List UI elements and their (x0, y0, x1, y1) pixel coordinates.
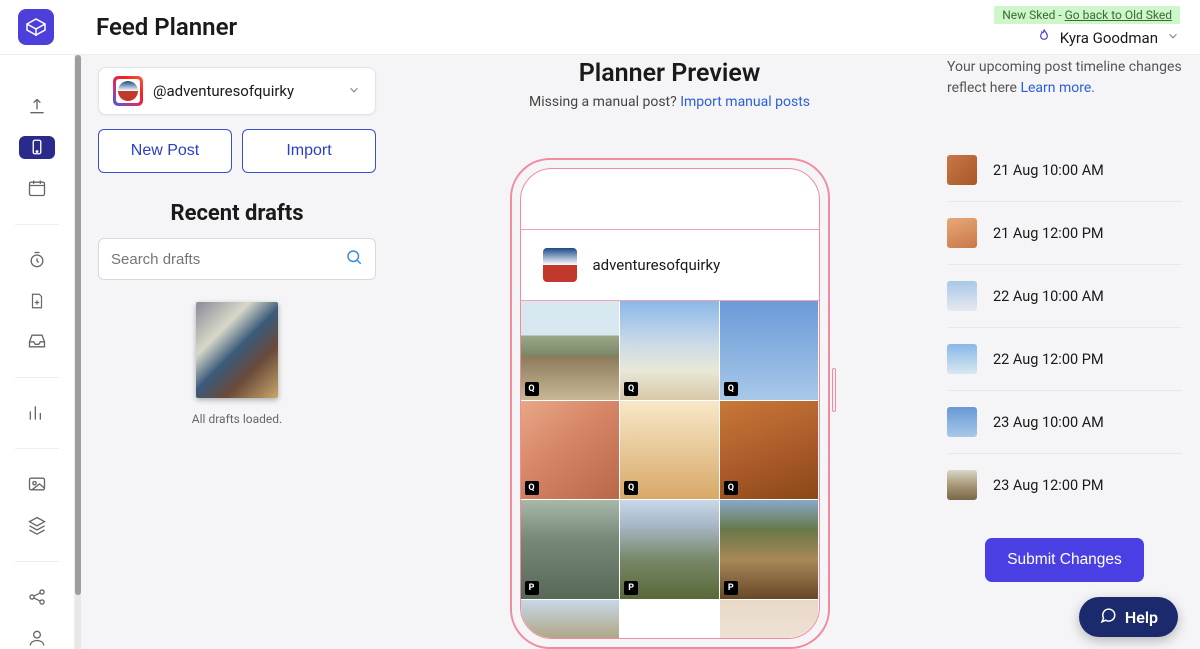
import-manual-link[interactable]: Import manual posts (680, 94, 810, 110)
nav-clock[interactable] (19, 248, 55, 271)
search-drafts-input[interactable] (111, 251, 345, 268)
timeline-thumb (947, 344, 977, 374)
topbar: Feed Planner New Sked - Go back to Old S… (0, 0, 1200, 55)
drafts-loaded-text: All drafts loaded. (98, 412, 376, 426)
flame-icon (1036, 28, 1052, 48)
nav-share[interactable] (19, 585, 55, 608)
page-title: Feed Planner (96, 13, 237, 41)
timeline-item[interactable]: 21 Aug 10:00 AM (947, 139, 1182, 202)
search-drafts-container (98, 238, 376, 280)
grid-cell[interactable] (620, 600, 719, 639)
cell-badge: P (724, 581, 738, 595)
nav-divider (15, 377, 59, 378)
grid-cell[interactable] (521, 600, 620, 639)
banner-text: New Sked - (1002, 8, 1064, 22)
grid-cell[interactable]: P (521, 500, 620, 599)
chevron-down-icon (347, 82, 361, 101)
nav-upload[interactable] (19, 95, 55, 118)
timeline-thumb (947, 155, 977, 185)
timeline-time: 23 Aug 10:00 AM (993, 414, 1104, 431)
submit-changes-button[interactable]: Submit Changes (985, 538, 1144, 582)
drafts-title: Recent drafts (98, 201, 376, 226)
grid-cell[interactable]: Q (720, 401, 819, 500)
search-icon (345, 248, 363, 270)
cell-badge: Q (525, 382, 539, 396)
help-label: Help (1125, 608, 1158, 627)
cell-badge: Q (724, 481, 738, 495)
nav-calendar[interactable] (19, 177, 55, 200)
banner-link[interactable]: Go back to Old Sked (1065, 8, 1172, 22)
nav-divider (15, 561, 59, 562)
nav-divider (15, 224, 59, 225)
new-post-button[interactable]: New Post (98, 129, 232, 173)
account-selector[interactable]: @adventuresofquirky (98, 67, 376, 115)
timeline-item[interactable]: 22 Aug 12:00 PM (947, 328, 1182, 391)
grid-cell[interactable]: Q (620, 401, 719, 500)
feed-grid: Q Q Q Q Q Q P P P (521, 301, 819, 639)
timeline-time: 22 Aug 12:00 PM (993, 351, 1104, 368)
grid-cell[interactable]: P (620, 500, 719, 599)
main-content: @adventuresofquirky New Post Import Rece… (82, 55, 1200, 649)
sidenav (0, 55, 75, 649)
cell-badge: P (624, 581, 638, 595)
cell-badge: Q (525, 481, 539, 495)
timeline-thumb (947, 407, 977, 437)
timeline-thumb (947, 470, 977, 500)
timeline-time: 23 Aug 12:00 PM (993, 477, 1104, 494)
app-logo[interactable] (18, 9, 54, 45)
nav-profile[interactable] (19, 626, 55, 649)
chevron-down-icon (1166, 29, 1180, 47)
timeline-item[interactable]: 23 Aug 12:00 PM (947, 454, 1182, 516)
cell-badge: P (525, 581, 539, 595)
chat-icon (1099, 606, 1117, 628)
timeline-list: 21 Aug 10:00 AM 21 Aug 12:00 PM 22 Aug 10:… (947, 139, 1182, 516)
user-menu[interactable]: Kyra Goodman (994, 28, 1180, 48)
left-panel: @adventuresofquirky New Post Import Rece… (82, 55, 392, 649)
draft-thumbnail[interactable] (196, 302, 278, 398)
center-panel: Planner Preview Missing a manual post? I… (392, 55, 947, 649)
nav-media[interactable] (19, 473, 55, 496)
scrollbar[interactable] (75, 55, 81, 649)
timeline-time: 22 Aug 10:00 AM (993, 288, 1104, 305)
nav-planner[interactable] (19, 136, 55, 159)
cell-badge: Q (624, 382, 638, 396)
preview-title: Planner Preview (579, 59, 761, 88)
feed-avatar-icon (543, 248, 577, 282)
cell-badge: Q (624, 481, 638, 495)
timeline-thumb (947, 218, 977, 248)
user-name: Kyra Goodman (1060, 29, 1158, 47)
help-button[interactable]: Help (1079, 597, 1178, 637)
cell-badge: Q (724, 382, 738, 396)
timeline-time: 21 Aug 12:00 PM (993, 225, 1104, 242)
preview-sub-text: Missing a manual post? (529, 94, 680, 110)
nav-divider (15, 448, 59, 449)
nav-analytics[interactable] (19, 401, 55, 424)
grid-cell[interactable]: Q (620, 301, 719, 400)
grid-cell[interactable]: Q (521, 301, 620, 400)
timeline-item[interactable]: 22 Aug 10:00 AM (947, 265, 1182, 328)
timeline-description: Your upcoming post timeline changes refl… (947, 57, 1182, 99)
nav-layers[interactable] (19, 514, 55, 537)
phone-preview: adventuresofquirky Q Q Q Q Q Q P P P (510, 158, 830, 649)
grid-cell[interactable]: Q (521, 401, 620, 500)
grid-cell[interactable] (720, 600, 819, 639)
nav-file[interactable] (19, 289, 55, 312)
timeline-item[interactable]: 23 Aug 10:00 AM (947, 391, 1182, 454)
import-button[interactable]: Import (242, 129, 376, 173)
learn-more-link[interactable]: Learn more. (1020, 80, 1095, 96)
feed-header: adventuresofquirky (520, 229, 820, 301)
nav-inbox[interactable] (19, 330, 55, 353)
timeline-time: 21 Aug 10:00 AM (993, 162, 1104, 179)
right-panel: Your upcoming post timeline changes refl… (947, 55, 1200, 649)
grid-cell[interactable]: P (720, 500, 819, 599)
account-avatar-icon (113, 76, 143, 106)
grid-cell[interactable]: Q (720, 301, 819, 400)
timeline-thumb (947, 281, 977, 311)
preview-subtitle: Missing a manual post? Import manual pos… (529, 94, 810, 110)
feed-name: adventuresofquirky (593, 256, 721, 274)
banner: New Sked - Go back to Old Sked (994, 6, 1180, 24)
account-handle: @adventuresofquirky (153, 82, 337, 100)
timeline-item[interactable]: 21 Aug 12:00 PM (947, 202, 1182, 265)
